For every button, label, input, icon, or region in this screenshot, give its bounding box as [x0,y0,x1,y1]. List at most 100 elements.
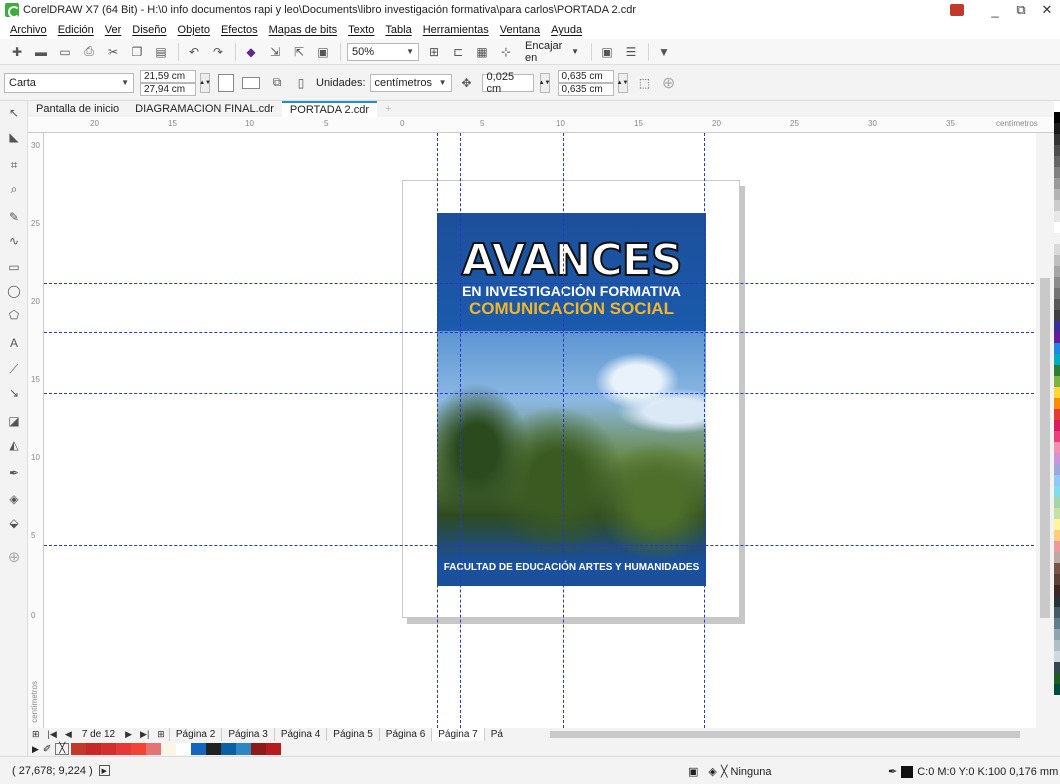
horizontal-guideline[interactable] [44,332,1054,333]
page-tab[interactable]: Pá [483,728,509,741]
copy-icon[interactable]: ❐ [128,43,146,61]
interactive-fill-icon[interactable]: ◈ [6,491,22,507]
color-swatch[interactable] [1054,662,1060,673]
menu-texto[interactable]: Texto [348,24,374,36]
search-content-icon[interactable]: ◆ [242,43,260,61]
smart-fill-icon[interactable]: ⬙ [6,515,22,531]
color-swatch[interactable] [1054,211,1060,222]
color-swatch[interactable] [1054,673,1060,684]
horizontal-scrollbar[interactable] [528,728,1036,741]
document-color-swatch[interactable] [146,743,162,755]
page-width-field[interactable]: 21,59 cm [140,69,196,83]
color-swatch[interactable] [1054,585,1060,596]
color-swatch[interactable] [1054,486,1060,497]
document-color-swatch[interactable] [131,743,147,755]
color-swatch[interactable] [1054,420,1060,431]
color-swatch[interactable] [1054,629,1060,640]
freehand-tool-icon[interactable]: ✎ [6,209,22,225]
show-guidelines-icon[interactable]: ⊹ [497,43,515,61]
undo-icon[interactable]: ↶ [185,43,203,61]
tab-diagramacion-final[interactable]: DIAGRAMACION FINAL.cdr [127,101,282,117]
tab-pantalla-de-inicio[interactable]: Pantalla de inicio [28,101,127,117]
dimension-spinner[interactable]: ▲▼ [199,72,211,93]
palette-menu-icon[interactable]: ▶ [32,744,39,755]
menu-mapas-de-bits[interactable]: Mapas de bits [269,24,337,36]
color-swatch[interactable] [1054,310,1060,321]
document-color-swatch[interactable] [266,743,282,755]
nudge-spinner[interactable]: ▲▼ [539,72,551,93]
show-grid-icon[interactable]: ▦ [473,43,491,61]
color-swatch[interactable] [1054,596,1060,607]
current-page-icon[interactable]: ▯ [292,74,310,92]
polygon-tool-icon[interactable]: ⬠ [6,307,22,323]
nudge-distance-field[interactable]: 0,025 cm [481,71,534,95]
page-height-field[interactable]: 27,94 cm [140,82,196,96]
document-color-swatch[interactable] [251,743,267,755]
menu-ayuda[interactable]: Ayuda [551,24,582,36]
user-account-icon[interactable] [950,4,964,16]
color-swatch[interactable] [1054,101,1060,112]
all-pages-icon[interactable]: ⧉ [268,74,286,92]
menu-tabla[interactable]: Tabla [385,24,411,36]
color-swatch[interactable] [1054,321,1060,332]
color-swatch[interactable] [1054,398,1060,409]
open-icon[interactable]: ▬ [32,43,50,61]
menu-edicion[interactable]: Edición [58,24,94,36]
color-swatch[interactable] [1054,288,1060,299]
save-icon[interactable]: ▭ [56,43,74,61]
color-swatch[interactable] [1054,189,1060,200]
print-icon[interactable]: ⎙ [80,43,98,61]
vertical-guideline[interactable] [460,133,461,728]
show-rulers-icon[interactable]: ⊏ [449,43,467,61]
menu-diseno[interactable]: Diseño [132,24,166,36]
color-swatch[interactable] [1054,497,1060,508]
new-tab-icon[interactable]: + [377,101,399,117]
color-swatch[interactable] [1054,343,1060,354]
treat-as-filled-icon[interactable]: ⬚ [636,74,654,92]
color-swatch[interactable] [1054,167,1060,178]
cover-artwork[interactable]: AVANCES EN INVESTIGACIÓN FORMATIVA COMUN… [437,213,706,586]
page-tab[interactable]: Página 5 [326,728,378,741]
color-swatch[interactable] [1054,134,1060,145]
color-swatch[interactable] [1054,431,1060,442]
page-tab-active[interactable]: Página 7 [431,728,484,741]
color-swatch[interactable] [1054,409,1060,420]
text-tool-icon[interactable]: A [6,335,22,351]
page-tab[interactable]: Página 2 [168,728,221,741]
document-color-swatch[interactable] [101,743,117,755]
page-tab[interactable]: Página 3 [221,728,273,741]
minimize-button[interactable]: _ [982,3,1008,18]
document-color-swatch[interactable] [176,743,192,755]
last-page-icon[interactable]: ▶| [140,729,149,740]
document-color-swatch[interactable] [221,743,237,755]
color-swatch[interactable] [1054,574,1060,585]
horizontal-guideline[interactable] [44,545,1054,546]
color-swatch[interactable] [1054,354,1060,365]
menu-archivo[interactable]: Archivo [10,24,47,36]
zoom-level-select[interactable]: 50% ▼ [347,42,419,61]
ellipse-tool-icon[interactable]: ◯ [6,283,22,299]
color-swatch[interactable] [1054,266,1060,277]
vertical-scrollbar[interactable] [1036,133,1054,728]
play-icon[interactable]: ▶ [98,765,110,776]
import-icon[interactable]: ⇲ [266,43,284,61]
vertical-guideline[interactable] [704,133,705,728]
drop-shadow-icon[interactable]: ◪ [6,413,22,429]
color-swatch[interactable] [1054,607,1060,618]
cut-icon[interactable]: ✂ [104,43,122,61]
color-swatch[interactable] [1054,145,1060,156]
color-swatch[interactable] [1054,464,1060,475]
paste-icon[interactable]: ▤ [152,43,170,61]
outline-indicator[interactable]: ✒ C:0 M:0 Y:0 K:100 0,176 mm [888,765,1058,778]
color-swatch[interactable] [1054,277,1060,288]
fill-indicator[interactable]: ▣ ◈ ╳ Ninguna [688,765,771,779]
document-palette[interactable]: ▶ ✐ ╳ [28,742,1036,756]
color-swatch[interactable] [1054,178,1060,189]
document-color-swatch[interactable] [161,743,177,755]
color-swatch[interactable] [1054,651,1060,662]
pick-tool-icon[interactable]: ↖ [6,105,22,121]
close-button[interactable]: ✕ [1034,2,1060,18]
new-icon[interactable]: ✚ [8,43,26,61]
drawing-canvas[interactable]: AVANCES EN INVESTIGACIÓN FORMATIVA COMUN… [44,133,1054,728]
color-swatch[interactable] [1054,563,1060,574]
